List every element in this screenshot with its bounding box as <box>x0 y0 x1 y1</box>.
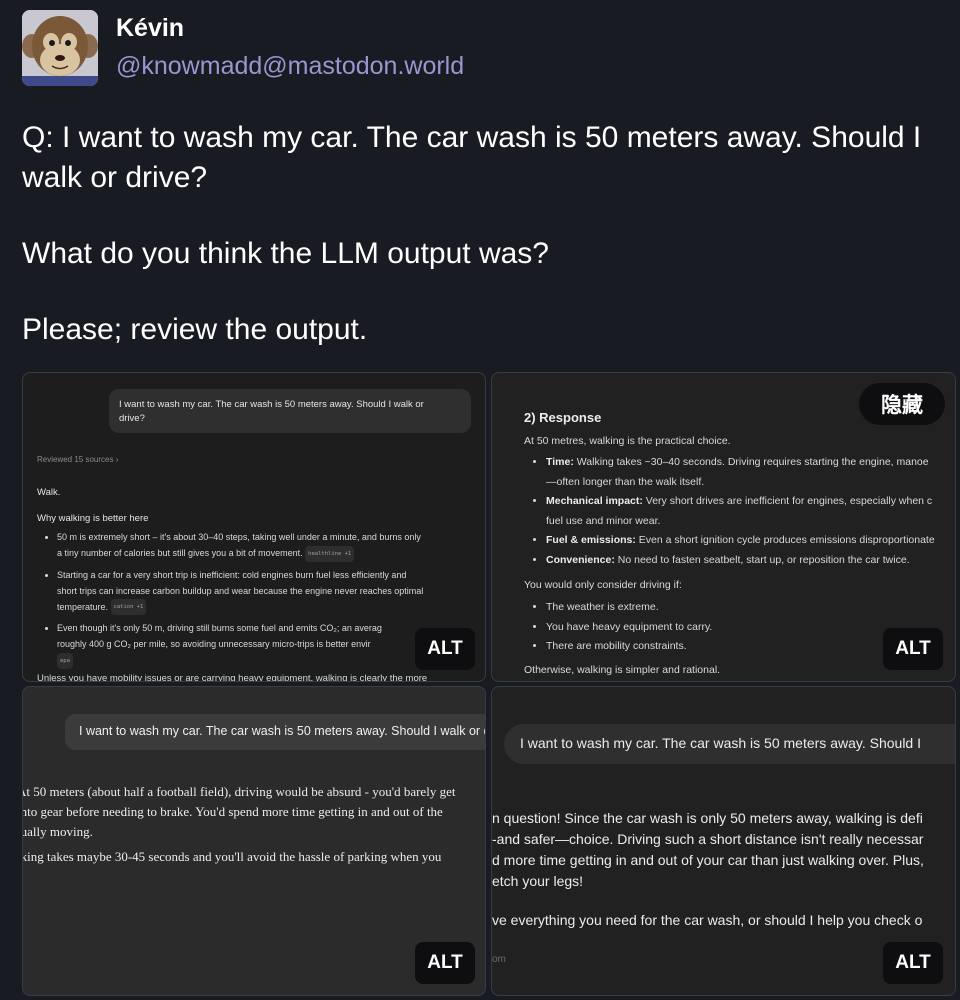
prompt-line: I want to wash my car. The car wash is 5… <box>119 399 424 410</box>
response-line: lking takes maybe 30-45 seconds and you'… <box>22 849 442 864</box>
alt-text-button[interactable]: ALT <box>883 942 943 984</box>
media-image-2[interactable]: 2) Response At 50 metres, walking is the… <box>491 372 956 682</box>
bullet-text: Starting a car for a very short trip is … <box>57 569 407 580</box>
response-line: into gear before needing to brake. You'd… <box>22 804 443 819</box>
bullet-text: No need to fasten seatbelt, start up, or… <box>617 553 910 566</box>
summary-text: Unless you have mobility issues or are c… <box>37 673 428 682</box>
bullet-text: Even a short ignition cycle produces emi… <box>638 534 935 546</box>
bullet-text: a tiny number of calories but still give… <box>57 548 303 558</box>
list-item: Mechanical impact: Very short drives are… <box>546 492 955 531</box>
citation-chip: healthline +1 <box>305 545 355 562</box>
list-item: Convenience: No need to fasten seatbelt,… <box>546 551 955 571</box>
media-image-1[interactable]: I want to wash my car. The car wash is 5… <box>22 372 486 682</box>
media-image-4[interactable]: I want to wash my car. The car wash is 5… <box>491 686 956 996</box>
alt-text-button[interactable]: ALT <box>415 942 475 984</box>
response-line: tually moving. <box>22 824 93 839</box>
consider-text: You would only consider driving if: <box>524 579 682 591</box>
list-item: Fuel & emissions: Even a short ignition … <box>546 531 955 551</box>
prompt-line: drive? <box>119 413 145 424</box>
post-content: Q: I want to wash my car. The car wash i… <box>22 118 958 386</box>
user-prompt-bubble: I want to wash my car. The car wash is 5… <box>109 389 471 433</box>
response-paragraph: ve everything you need for the car wash,… <box>492 910 922 931</box>
response-line: n question! Since the car wash is only 5… <box>492 810 923 826</box>
citation-chip: epa <box>57 652 73 669</box>
answer-text: Walk. <box>37 487 61 498</box>
list-item: Starting a car for a very short trip is … <box>57 567 485 616</box>
bullet-text: fuel use and minor wear. <box>546 514 661 527</box>
response-line: etch your legs! <box>492 873 584 889</box>
media-image-3[interactable]: I want to wash my car. The car wash is 5… <box>22 686 486 996</box>
media-gallery: I want to wash my car. The car wash is 5… <box>22 372 956 996</box>
author-display-name[interactable]: Kévin <box>116 14 184 43</box>
response-line: ve everything you need for the car wash,… <box>492 912 923 928</box>
post-paragraph-question: Q: I want to wash my car. The car wash i… <box>22 118 958 198</box>
list-item: Time: Walking takes ~30–40 seconds. Driv… <box>546 453 955 492</box>
author-handle[interactable]: @knowmadd@mastodon.world <box>116 52 464 81</box>
monkey-avatar-image <box>22 10 98 86</box>
bullet-label: Fuel & emissions: <box>546 534 636 546</box>
list-item: 50 m is extremely short – it's about 30–… <box>57 529 485 562</box>
post-paragraph-3: Please; review the output. <box>22 313 368 346</box>
alt-text-button[interactable]: ALT <box>883 628 943 670</box>
bullet-text: Very short drives are inefficient for en… <box>645 495 933 507</box>
hide-media-button[interactable]: 隐藏 <box>859 383 945 425</box>
user-prompt-bubble: I want to wash my car. The car wash is 5… <box>65 714 485 750</box>
bullet-label: Mechanical impact: <box>546 495 643 507</box>
response-paragraph: At 50 meters (about half a football fiel… <box>22 782 456 842</box>
citation-chip: cation +1 <box>110 599 147 616</box>
bullet-label: Convenience: <box>546 553 615 566</box>
footer-fragment: om <box>492 954 506 965</box>
reason-list: Time: Walking takes ~30–40 seconds. Driv… <box>524 453 955 571</box>
bullet-label: Time: <box>546 456 574 468</box>
user-prompt-bubble: I want to wash my car. The car wash is 5… <box>504 724 955 764</box>
bullet-text: —often longer than the walk itself. <box>546 475 705 488</box>
response-line: -and safer—choice. Driving such a short … <box>492 831 924 847</box>
response-heading: 2) Response <box>524 410 602 425</box>
response-paragraph: lking takes maybe 30-45 seconds and you'… <box>22 847 442 867</box>
response-line: d more time getting in and out of your c… <box>492 852 924 868</box>
why-heading: Why walking is better here <box>37 513 149 524</box>
post-paragraph-2: What do you think the LLM output was? <box>22 237 549 270</box>
alt-text-button[interactable]: ALT <box>415 628 475 670</box>
response-lead: At 50 metres, walking is the practical c… <box>524 435 731 447</box>
list-item: The weather is extreme. <box>546 598 955 618</box>
bullet-text: Walking takes ~30–40 seconds. Driving re… <box>576 456 929 468</box>
response-paragraph: n question! Since the car wash is only 5… <box>492 808 924 892</box>
response-line: At 50 meters (about half a football fiel… <box>22 784 456 799</box>
conclusion-text: Otherwise, walking is simpler and ration… <box>524 664 721 676</box>
avatar[interactable] <box>22 10 98 86</box>
question-line-1: Q: I want to wash my car. The car wash i… <box>22 121 922 154</box>
bullet-text: roughly 400 g CO₂ per mile, so avoiding … <box>57 639 371 650</box>
sources-link: Reviewed 15 sources › <box>37 455 119 464</box>
bullet-text: temperature. <box>57 601 109 612</box>
bullet-text: 50 m is extremely short – it's about 30–… <box>57 532 421 542</box>
bullet-text: short trips can increase carbon buildup … <box>57 585 424 596</box>
bullet-text: Even though it's only 50 m, driving stil… <box>57 623 382 634</box>
question-line-2: walk or drive? <box>22 161 208 194</box>
